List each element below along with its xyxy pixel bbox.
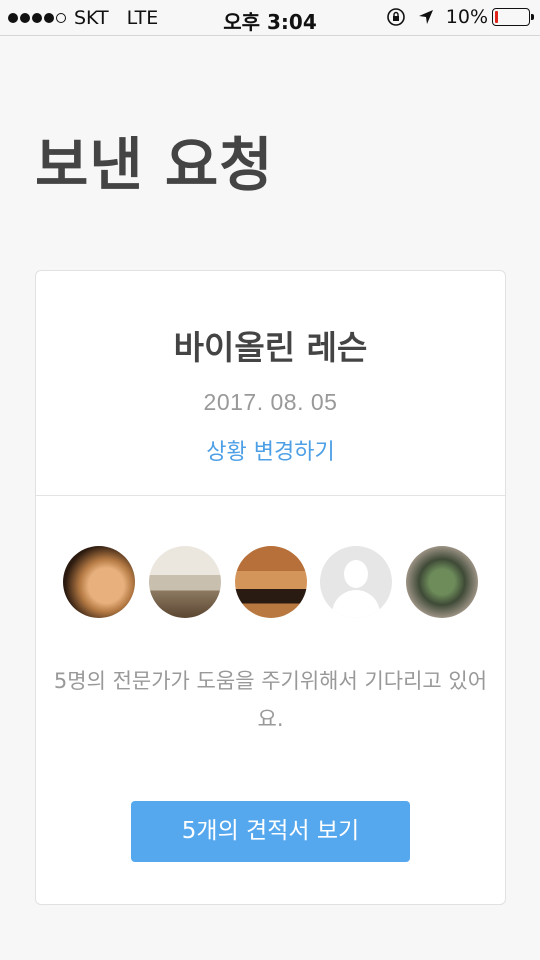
battery-icon (492, 8, 534, 26)
status-right: 10% (386, 6, 534, 28)
waiting-message: 5명의 전문가가 도움을 주기위해서 기다리고 있어요. (53, 669, 488, 731)
request-card: 바이올린 레슨 2017. 08. 05 상황 변경하기 5명의 전문가가 도움… (35, 270, 506, 905)
request-summary: 바이올린 레슨 2017. 08. 05 상황 변경하기 (36, 271, 505, 496)
change-status-link[interactable]: 상황 변경하기 (206, 434, 334, 466)
rotation-lock-icon (386, 7, 406, 27)
request-title: 바이올린 레슨 (173, 328, 368, 367)
default-person-icon (344, 560, 369, 588)
expert-avatar-2[interactable] (148, 546, 221, 618)
expert-avatar-3[interactable] (234, 546, 307, 618)
location-arrow-icon (418, 9, 434, 25)
status-bar: SKT LTE 오후 3:04 10% (0, 0, 540, 36)
expert-avatar-5[interactable] (406, 546, 478, 618)
expert-avatar-4[interactable] (320, 546, 393, 618)
battery-fill (495, 11, 499, 23)
expert-avatar-1[interactable] (63, 546, 135, 618)
view-quotes-button[interactable]: 5개의 견적서 보기 (131, 801, 410, 862)
request-date: 2017. 08. 05 (203, 389, 338, 415)
expert-avatars (36, 546, 505, 618)
battery-percentage: 10% (445, 6, 488, 28)
page-title: 보낸 요청 (35, 131, 274, 199)
